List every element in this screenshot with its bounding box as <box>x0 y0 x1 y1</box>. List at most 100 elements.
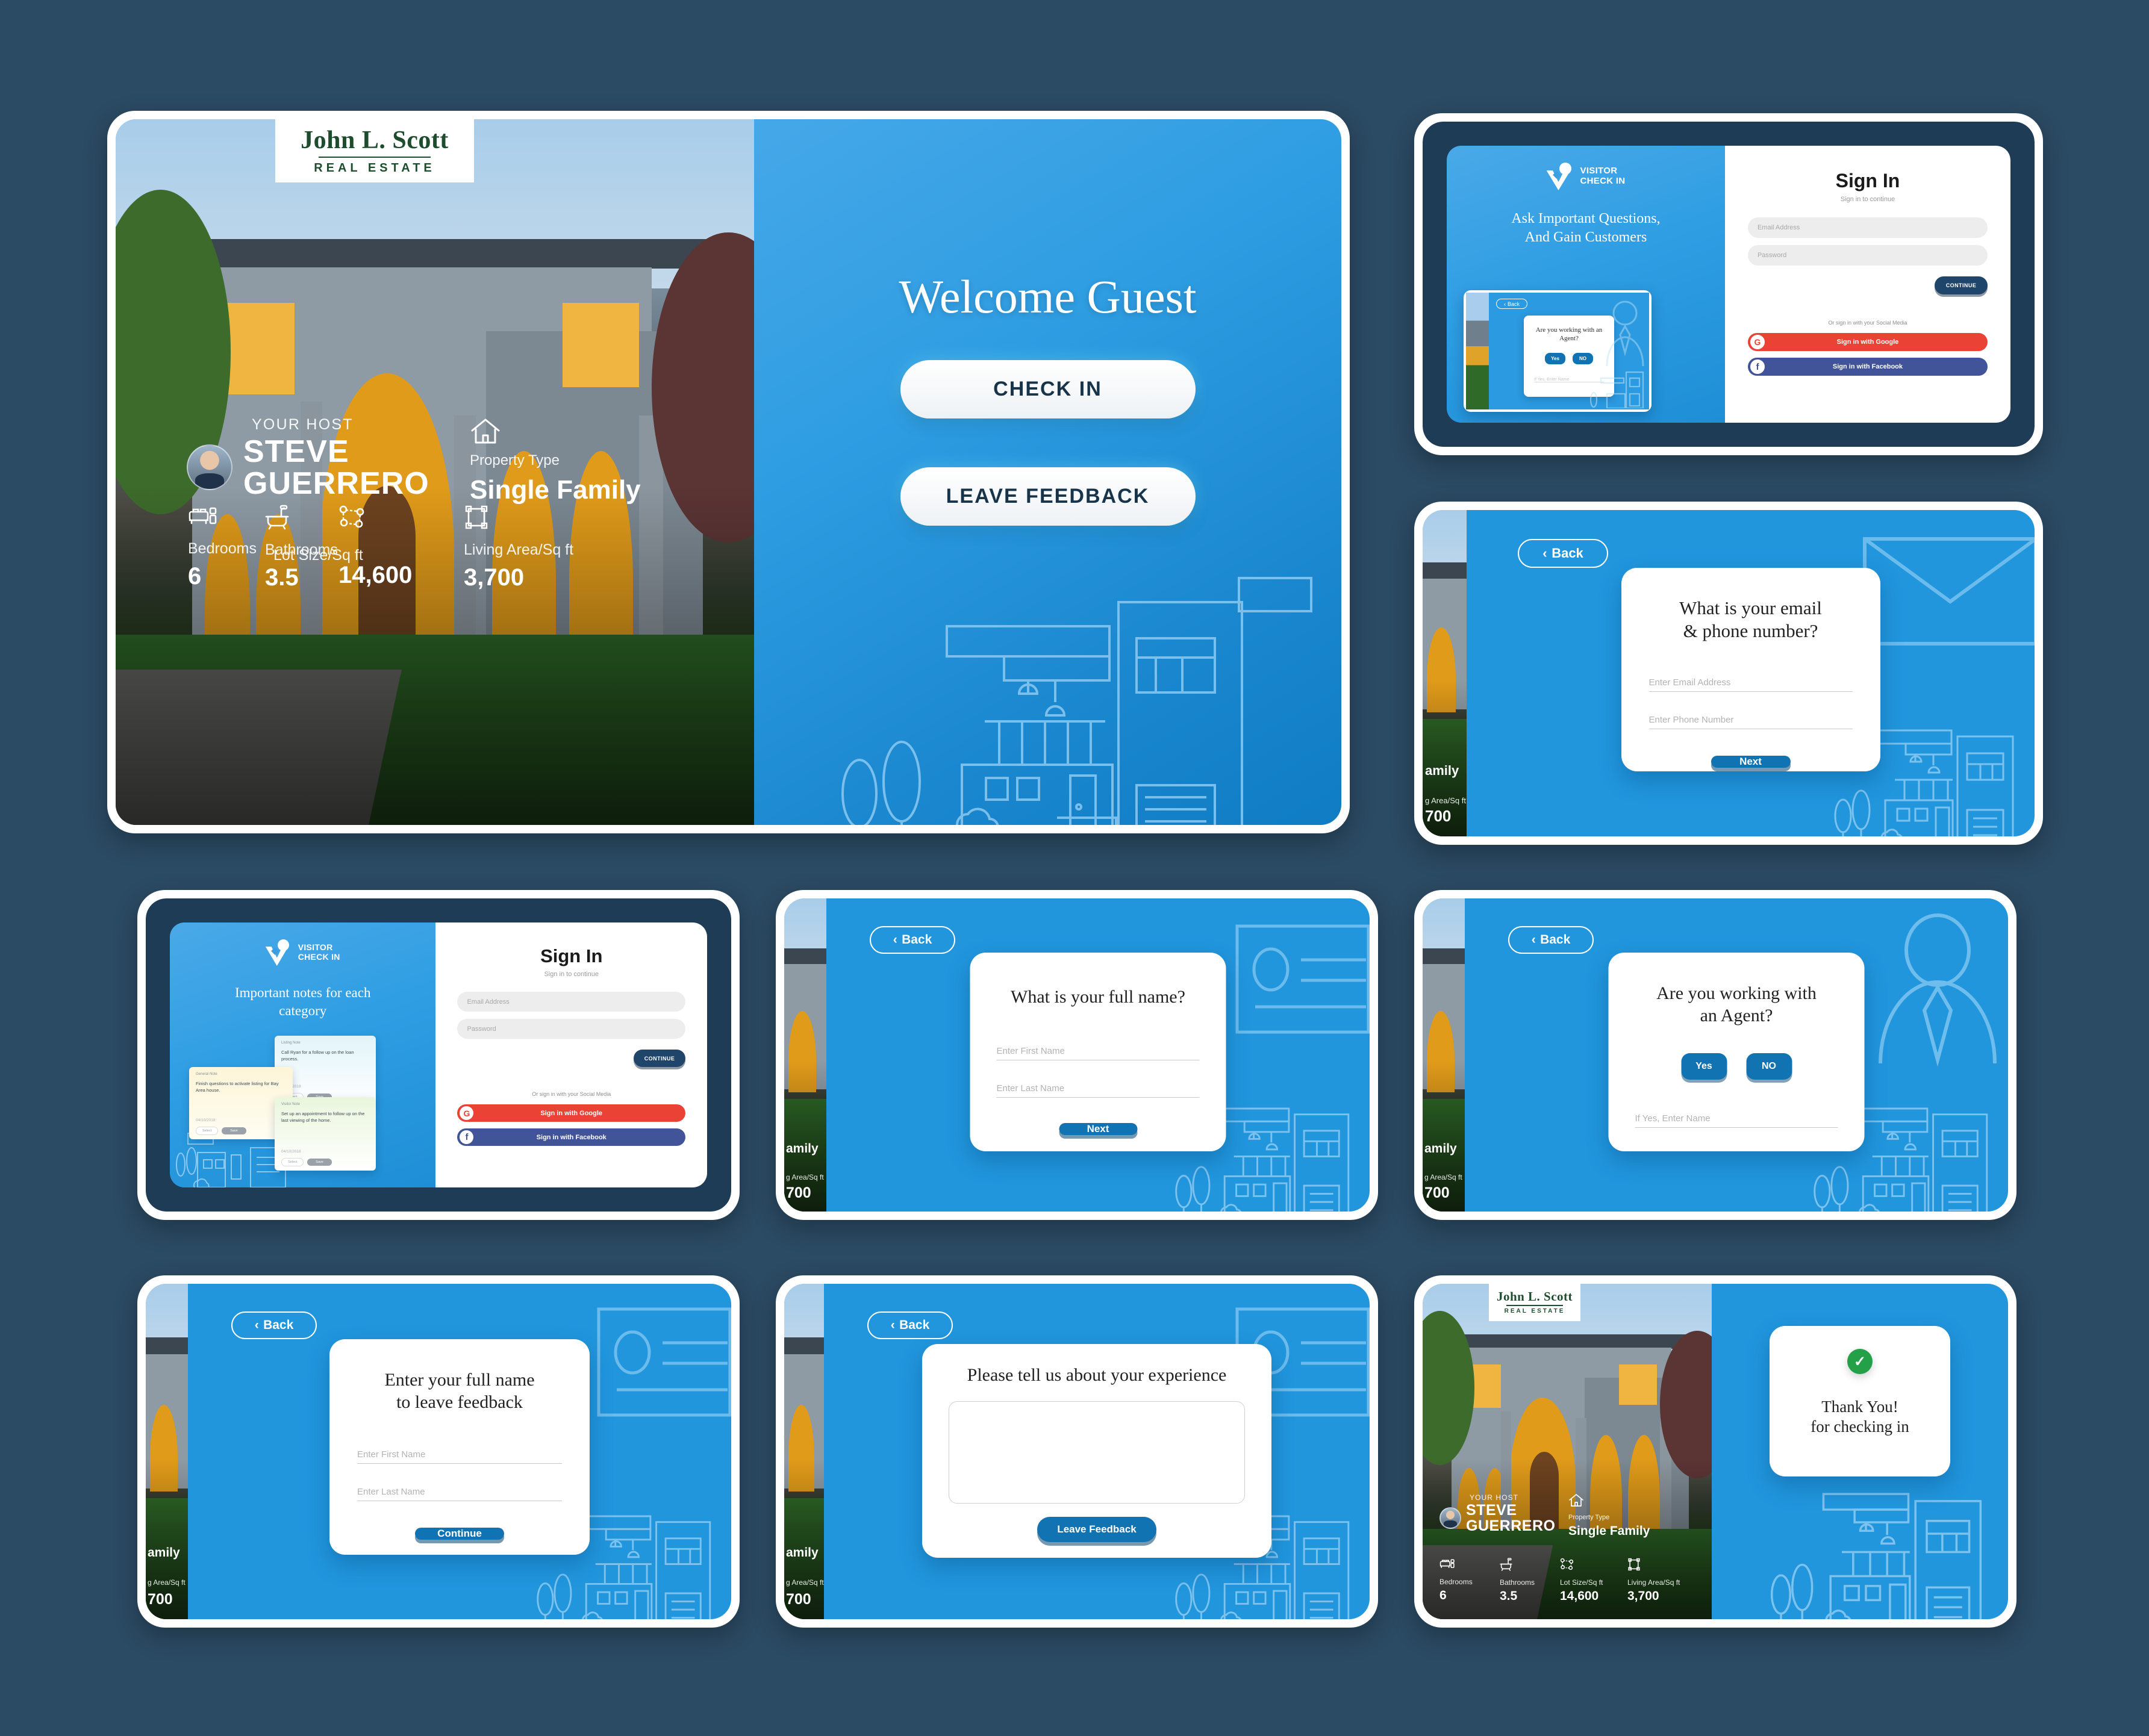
logo-line-1: VISITOR <box>298 942 333 953</box>
bed-icon <box>1439 1559 1455 1568</box>
stat-value: 3,700 <box>464 564 525 591</box>
feedback-text-card: amily g Area/Sq ft 700 ‹ Back Please tel… <box>776 1275 1378 1628</box>
question-panel: ‹ Back <box>826 898 1370 1212</box>
list-item[interactable]: Visitor Note Set up an appointment to fo… <box>275 1097 376 1171</box>
living-area-icon <box>1628 1558 1640 1571</box>
yes-button[interactable]: Yes <box>1681 1053 1727 1080</box>
lot-size-icon <box>339 505 364 528</box>
facebook-icon: f <box>1750 359 1765 374</box>
sign-in-form: Sign In Sign in to continue CONTINUE Or … <box>435 922 707 1187</box>
continue-button[interactable]: Continue <box>415 1528 504 1540</box>
agent-question-card: amily g Area/Sq ft 700 ‹ Back Are you wo… <box>1414 890 2016 1220</box>
email-input[interactable] <box>457 992 685 1012</box>
logo-brand-name: John L. Scott <box>1496 1289 1573 1304</box>
stat-value: 3.5 <box>265 564 299 591</box>
id-card-illustration <box>597 1307 731 1417</box>
first-name-input[interactable] <box>357 1449 562 1464</box>
agent-modal: Are you working with an Agent? Yes NO <box>1608 953 1865 1151</box>
partial-living-area-value: 700 <box>148 1591 173 1608</box>
note-select-dropdown[interactable]: Select <box>196 1127 219 1135</box>
google-sign-in-button[interactable]: G Sign in with Google <box>1747 333 1988 351</box>
social-divider-text: Or sign in with your Social Media <box>1828 320 1907 326</box>
first-name-input[interactable] <box>996 1045 1200 1060</box>
note-category: Visitor Note <box>281 1103 300 1106</box>
partial-living-area-value: 700 <box>1424 1184 1450 1201</box>
stat-label: Lot Size/Sq ft <box>1560 1578 1603 1587</box>
next-button[interactable]: Next <box>1711 755 1791 768</box>
stat-bedrooms: Bedrooms 6 <box>188 505 265 591</box>
feedback-text-modal: Please tell us about your experience Lea… <box>922 1344 1271 1558</box>
question-panel: ‹ Back <box>188 1284 731 1619</box>
facebook-sign-in-button[interactable]: f Sign in with Facebook <box>1747 358 1988 376</box>
last-name-input[interactable] <box>357 1487 562 1502</box>
notes-sign-in-card: VISITOR CHECK IN Important notes for eac… <box>137 890 740 1220</box>
stat-value: 14,600 <box>338 562 413 588</box>
stat-lot-size: Lot Size/Sq ft 14,600 <box>1560 1558 1627 1604</box>
next-button[interactable]: Next <box>1059 1122 1137 1135</box>
feedback-name-card: amily g Area/Sq ft 700 ‹ Back Enter your… <box>137 1275 740 1628</box>
back-button[interactable]: ‹ Back <box>870 926 955 954</box>
back-button-label: Back <box>899 1318 930 1332</box>
welcome-title: Welcome Guest <box>899 270 1197 323</box>
back-button[interactable]: ‹ Back <box>1518 539 1608 568</box>
google-icon: G <box>460 1106 474 1120</box>
notes-promo: VISITOR CHECK IN Important notes for eac… <box>170 922 436 1187</box>
password-input[interactable] <box>457 1019 685 1039</box>
email-input[interactable] <box>1747 217 1988 238</box>
experience-textarea[interactable] <box>949 1401 1245 1504</box>
note-select-dropdown[interactable]: Select <box>281 1158 304 1166</box>
note-category: Listing Note <box>281 1041 301 1045</box>
promo-headline-line-1: Ask Important Questions, <box>1511 211 1661 226</box>
check-in-button[interactable]: CHECK IN <box>900 360 1196 418</box>
mini-question: Are you working with an Agent? <box>1535 326 1603 342</box>
full-name-card: amily g Area/Sq ft 700 ‹ Back What is yo… <box>776 890 1378 1220</box>
back-button[interactable]: ‹ Back <box>231 1311 317 1339</box>
note-save-button[interactable]: Save <box>222 1127 246 1134</box>
note-save-button[interactable]: Save <box>307 1159 332 1166</box>
sign-in-title: Sign In <box>1835 170 1900 191</box>
mini-no-button[interactable]: NO <box>1573 352 1593 364</box>
sign-in-subtitle: Sign in to continue <box>1840 196 1895 203</box>
back-button-label: Back <box>1552 546 1583 561</box>
google-sign-in-button[interactable]: G Sign in with Google <box>457 1104 685 1122</box>
password-input[interactable] <box>1747 245 1988 266</box>
back-button[interactable]: ‹ Back <box>1508 926 1594 954</box>
partial-living-area-value: 700 <box>786 1184 811 1201</box>
notes-cluster: Listing Note Call Ryan for a follow up o… <box>183 1036 435 1180</box>
email-input[interactable] <box>1648 677 1853 692</box>
stat-value: 3.5 <box>1500 1589 1518 1603</box>
leave-feedback-button[interactable]: LEAVE FEEDBACK <box>900 467 1196 526</box>
partial-living-area-label: g Area/Sq ft <box>786 1578 824 1587</box>
logo-brand-name: John L. Scott <box>301 126 449 154</box>
chevron-left-icon: ‹ <box>1542 546 1547 561</box>
stat-value: 6 <box>1439 1588 1447 1602</box>
partial-living-area-label: g Area/Sq ft <box>786 1173 824 1181</box>
back-button[interactable]: ‹ Back <box>867 1311 953 1339</box>
last-name-input[interactable] <box>996 1083 1200 1098</box>
stat-value: 3,700 <box>1627 1589 1659 1603</box>
google-button-label: Sign in with Google <box>1836 338 1899 346</box>
leave-feedback-button[interactable]: Leave Feedback <box>1037 1516 1156 1542</box>
mini-back-button[interactable]: ‹ Back <box>1496 299 1527 309</box>
mini-yes-button[interactable]: Yes <box>1545 352 1565 364</box>
continue-button[interactable]: CONTINUE <box>1935 276 1988 294</box>
partial-living-area-label: g Area/Sq ft <box>1424 1173 1462 1181</box>
thank-you-modal: ✓ Thank You! for checking in <box>1770 1326 1950 1476</box>
stat-bathrooms: Bathrooms 3.5 <box>1500 1558 1560 1604</box>
phone-input[interactable] <box>1648 714 1853 729</box>
partial-family-label: amily <box>786 1142 819 1156</box>
back-button-label: Back <box>1540 933 1571 947</box>
stat-value: 6 <box>188 563 202 590</box>
continue-button[interactable]: CONTINUE <box>634 1050 685 1067</box>
question-panel: ‹ Back <box>1467 510 2035 836</box>
agent-name-input[interactable] <box>1635 1113 1838 1128</box>
facebook-sign-in-button[interactable]: f Sign in with Facebook <box>457 1128 685 1146</box>
note-date: 04/10/2018 <box>281 1150 301 1154</box>
host-avatar <box>1439 1507 1461 1529</box>
question-text: Are you working with an Agent? <box>1656 983 1817 1025</box>
bathtub-icon <box>265 505 289 530</box>
note-date: 04/10/2018 <box>196 1118 216 1122</box>
sign-in-title: Sign In <box>540 945 603 966</box>
facebook-icon: f <box>460 1130 474 1144</box>
no-button[interactable]: NO <box>1746 1053 1792 1080</box>
